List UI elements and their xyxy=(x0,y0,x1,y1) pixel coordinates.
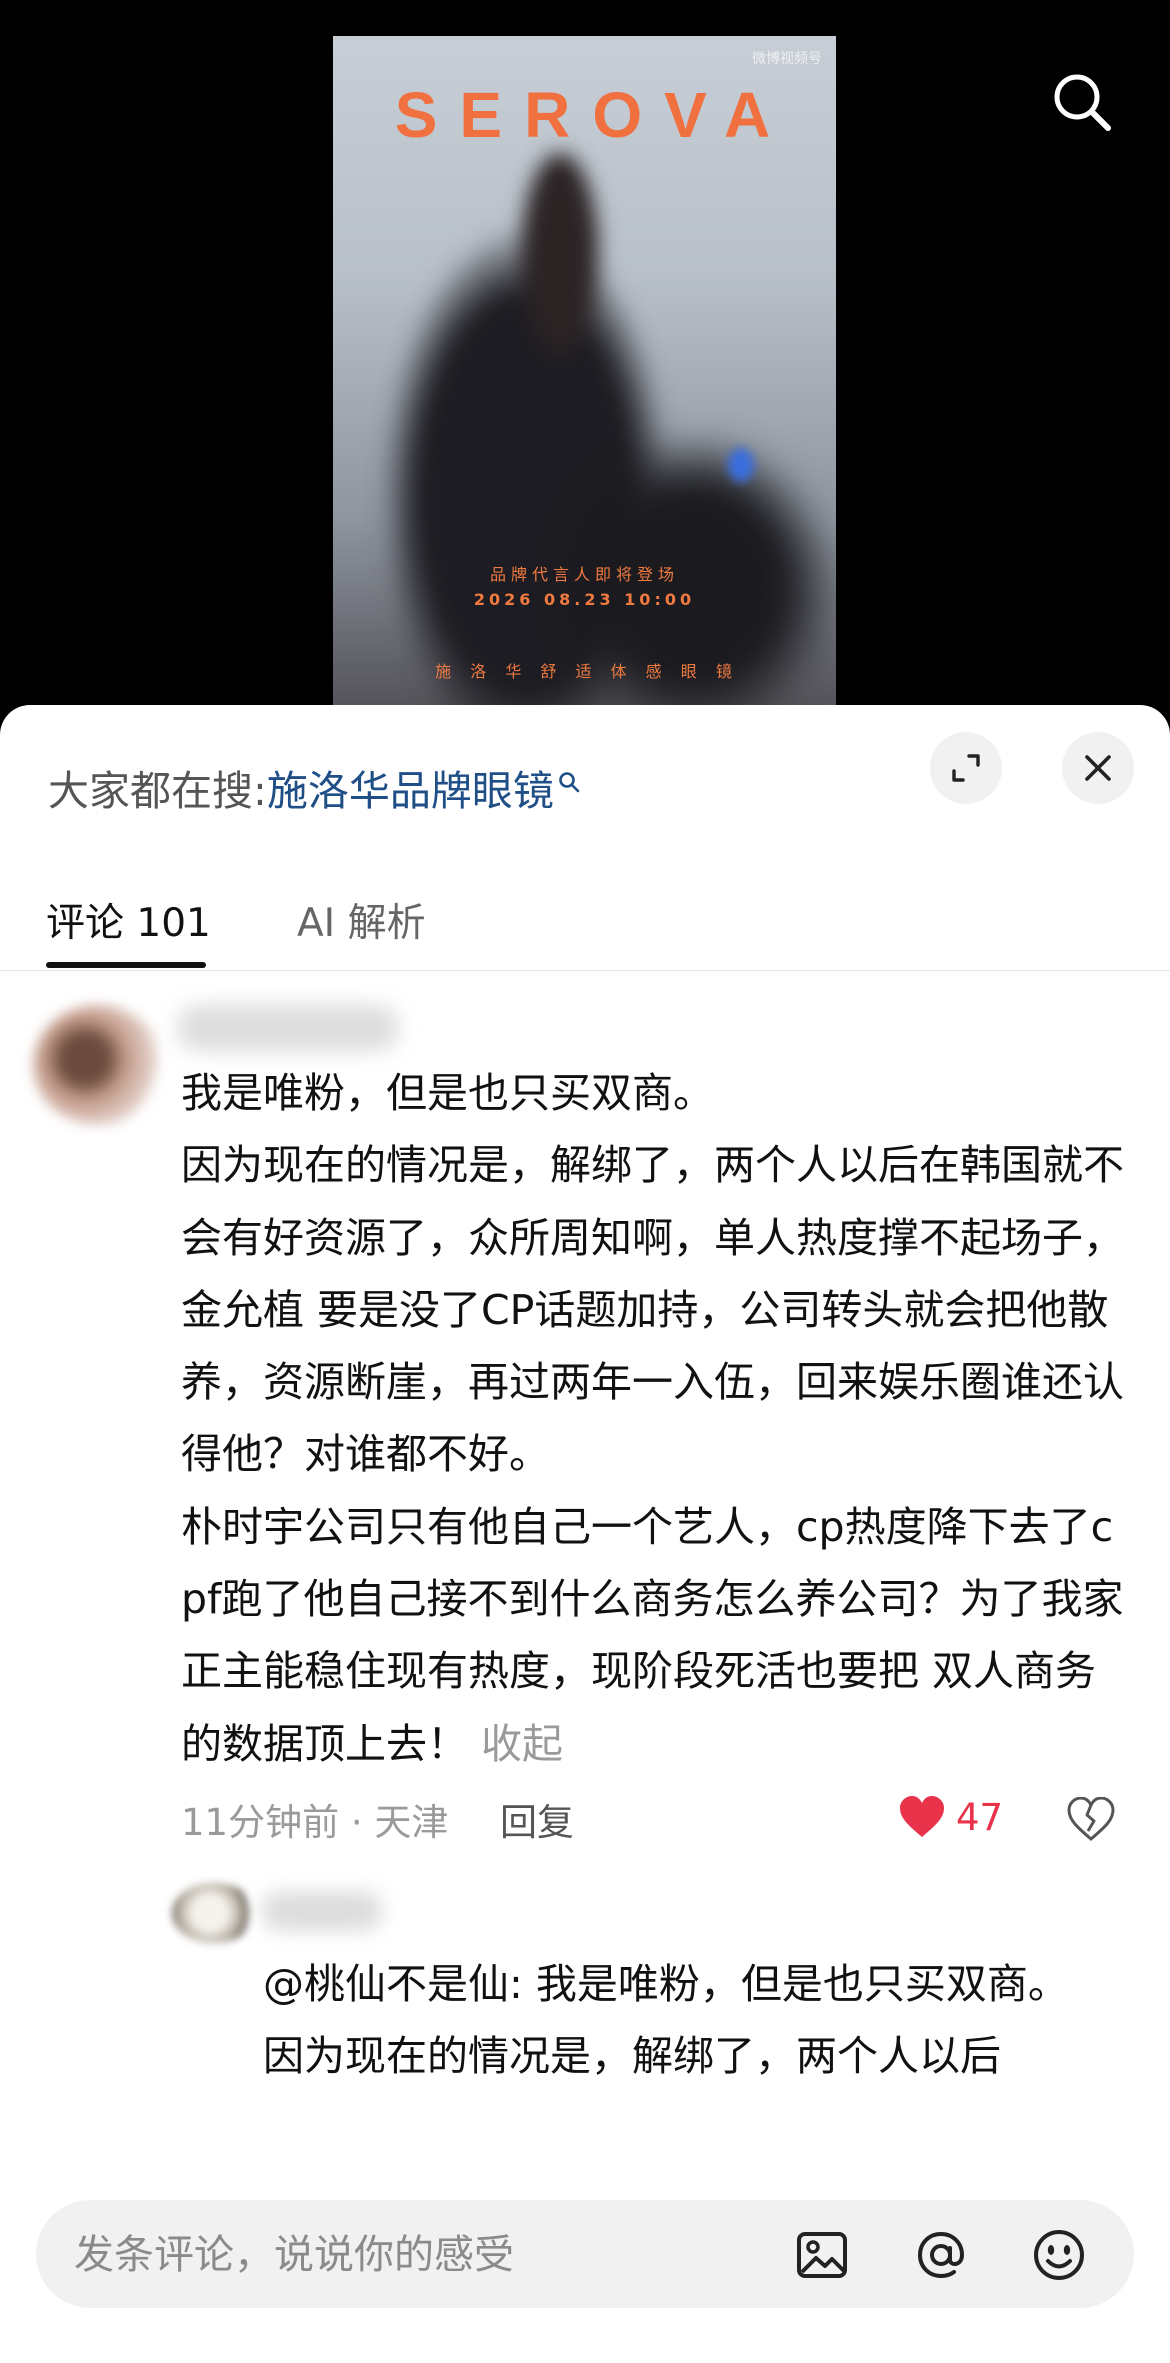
close-button[interactable] xyxy=(1062,732,1134,804)
poster-announcement: 品牌代言人即将登场 xyxy=(489,565,679,584)
heart-filled-icon xyxy=(900,1796,944,1837)
reply-body: @桃仙不是仙: 我是唯粉，但是也只买双商。 因为现在的情况是，解绑了，两个人以后 xyxy=(263,1948,1093,2093)
blurred-blue-spot xyxy=(728,448,754,482)
like-count: 47 xyxy=(956,1795,1004,1839)
collapse-link[interactable]: 收起 xyxy=(481,1720,563,1768)
close-icon xyxy=(1085,755,1111,781)
video-area[interactable]: 微博视频号 SEROVA 品牌代言人即将登场 2026 08.23 10:00 … xyxy=(0,0,1170,726)
image-icon[interactable] xyxy=(794,2227,850,2283)
expand-icon xyxy=(952,754,980,782)
reply-username-blurred[interactable] xyxy=(262,1891,382,1931)
comment-text: 我是唯粉，但是也只买双商。 因为现在的情况是，解绑了，两个人以后在韩国就不会有好… xyxy=(181,1069,1124,1768)
poster-watermark: 微博视频号 xyxy=(752,51,822,67)
reply-avatar[interactable] xyxy=(172,1883,256,1943)
expand-button[interactable] xyxy=(930,732,1002,804)
search-icon[interactable] xyxy=(1050,70,1114,134)
poster-date: 2026 08.23 10:00 xyxy=(473,590,696,609)
trending-search[interactable]: 大家都在搜:施洛华品牌眼镜 xyxy=(48,755,580,817)
comment-time-location: 11分钟前 · 天津 xyxy=(181,1801,449,1844)
trending-search-keyword[interactable]: 施洛华品牌眼镜 xyxy=(267,767,554,815)
comment-panel: 大家都在搜:施洛华品牌眼镜 评论 101 AI 解析 我是唯粉，但是也只买双商。… xyxy=(0,705,1170,2363)
at-mention-icon[interactable] xyxy=(913,2227,969,2283)
trending-search-prefix: 大家都在搜: xyxy=(48,767,267,815)
active-tab-indicator xyxy=(46,962,206,968)
comment-input[interactable] xyxy=(72,2200,776,2310)
avatar[interactable] xyxy=(33,1005,163,1125)
tab-ai-analysis[interactable]: AI 解析 xyxy=(297,892,426,948)
reply-text: @桃仙不是仙: 我是唯粉，但是也只买双商。 因为现在的情况是，解绑了，两个人以后 xyxy=(263,1960,1069,2081)
comment-input-box[interactable] xyxy=(36,2200,1134,2310)
broken-heart-icon[interactable] xyxy=(1067,1796,1115,1845)
emoji-icon[interactable] xyxy=(1031,2227,1087,2283)
small-search-icon xyxy=(558,755,580,803)
comment-username-blurred[interactable] xyxy=(178,1005,398,1051)
poster-brand: SEROVA xyxy=(394,79,793,151)
comment-tabs: 评论 101 AI 解析 xyxy=(0,880,1170,971)
poster-tagline: 施 洛 华 舒 适 体 感 眼 镜 xyxy=(435,662,734,681)
video-poster[interactable]: 微博视频号 SEROVA 品牌代言人即将登场 2026 08.23 10:00 … xyxy=(333,36,836,726)
like-button[interactable]: 47 xyxy=(898,1795,1003,1839)
comment-body: 我是唯粉，但是也只买双商。 因为现在的情况是，解绑了，两个人以后在韩国就不会有好… xyxy=(181,1057,1131,1780)
tab-comments[interactable]: 评论 101 xyxy=(46,892,211,948)
reply-button[interactable]: 回复 xyxy=(500,1792,574,1846)
comment-input-bar xyxy=(0,2185,1170,2363)
